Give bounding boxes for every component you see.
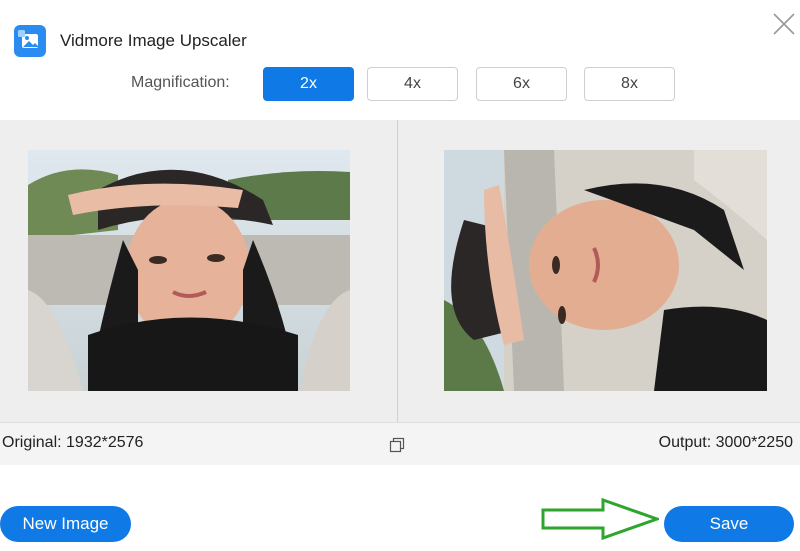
magnification-2x-button[interactable]: 2x: [263, 67, 354, 101]
save-button[interactable]: Save: [664, 506, 794, 542]
magnification-6x-button[interactable]: 6x: [476, 67, 567, 101]
preview-area: [0, 120, 800, 422]
output-image-preview: [444, 150, 767, 391]
close-icon: [773, 13, 795, 35]
original-image-preview: [28, 150, 350, 391]
original-size-label: Original: 1932*2576: [2, 434, 144, 451]
output-size-label: Output: 3000*2250: [658, 434, 793, 451]
compare-icon[interactable]: [389, 437, 405, 453]
magnification-4x-button[interactable]: 4x: [367, 67, 458, 101]
new-image-button[interactable]: New Image: [0, 506, 131, 542]
close-button[interactable]: [770, 10, 798, 38]
app-logo-icon: [14, 25, 46, 57]
magnification-8x-button[interactable]: 8x: [584, 67, 675, 101]
dialog-header: Vidmore Image Upscaler Magnification: 2x…: [0, 0, 800, 120]
magnification-label: Magnification:: [131, 74, 230, 91]
arrow-annotation-icon: [541, 497, 662, 541]
size-info-bar: Original: 1932*2576 Output: 3000*2250: [0, 422, 800, 465]
preview-divider: [397, 120, 398, 422]
app-title: Vidmore Image Upscaler: [60, 31, 247, 50]
